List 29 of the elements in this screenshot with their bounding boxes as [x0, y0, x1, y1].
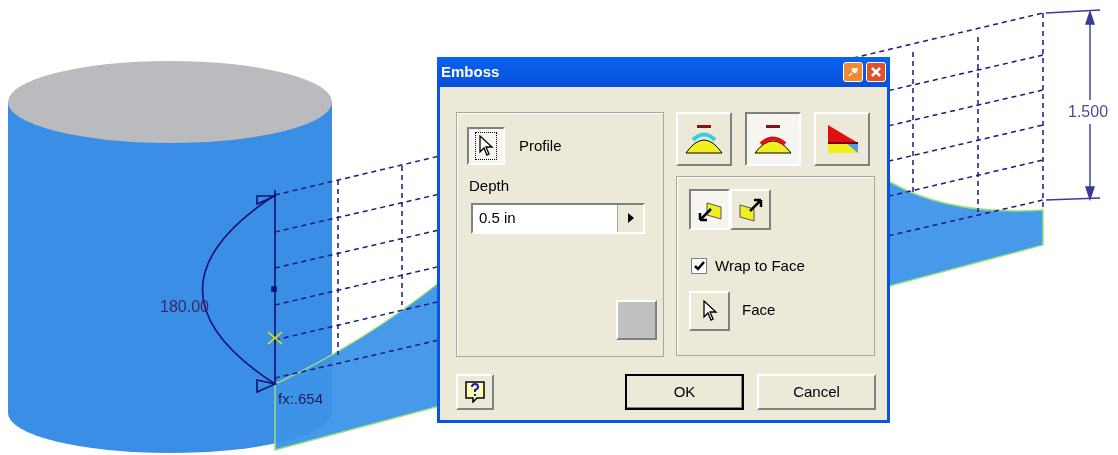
- profile-label: Profile: [519, 135, 562, 156]
- pin-icon: [847, 66, 859, 78]
- pointer-icon: [478, 135, 494, 157]
- emboss-icon: [684, 123, 724, 155]
- dimension-text: 1.500: [1068, 100, 1109, 124]
- pointer-icon: [701, 299, 718, 322]
- arrow-button[interactable]: [617, 204, 643, 232]
- color-button[interactable]: [616, 300, 657, 340]
- face-label: Face: [742, 300, 776, 321]
- checkbox[interactable]: [691, 258, 707, 275]
- direction-icon: [737, 196, 764, 223]
- type-button[interactable]: [745, 112, 801, 166]
- play-icon: [627, 213, 634, 223]
- direction-button[interactable]: [689, 189, 730, 230]
- wrap-to-face-label: Wrap to Face: [715, 256, 805, 276]
- profile-button[interactable]: [467, 127, 505, 165]
- ok-button[interactable]: OK: [625, 374, 744, 410]
- window-title: Emboss: [441, 61, 500, 82]
- help-icon: [465, 381, 485, 403]
- engrave-icon: [753, 123, 793, 155]
- depth-field[interactable]: 0.5 in: [471, 202, 645, 234]
- close-button[interactable]: [866, 62, 886, 82]
- depth-label: Depth: [469, 176, 510, 196]
- cancel-button[interactable]: Cancel: [757, 374, 876, 410]
- check-icon: [693, 261, 705, 272]
- face-button[interactable]: [689, 290, 730, 331]
- close-icon: [870, 66, 882, 78]
- help-button[interactable]: [456, 374, 494, 410]
- dimension-text: fx:.654: [278, 389, 324, 409]
